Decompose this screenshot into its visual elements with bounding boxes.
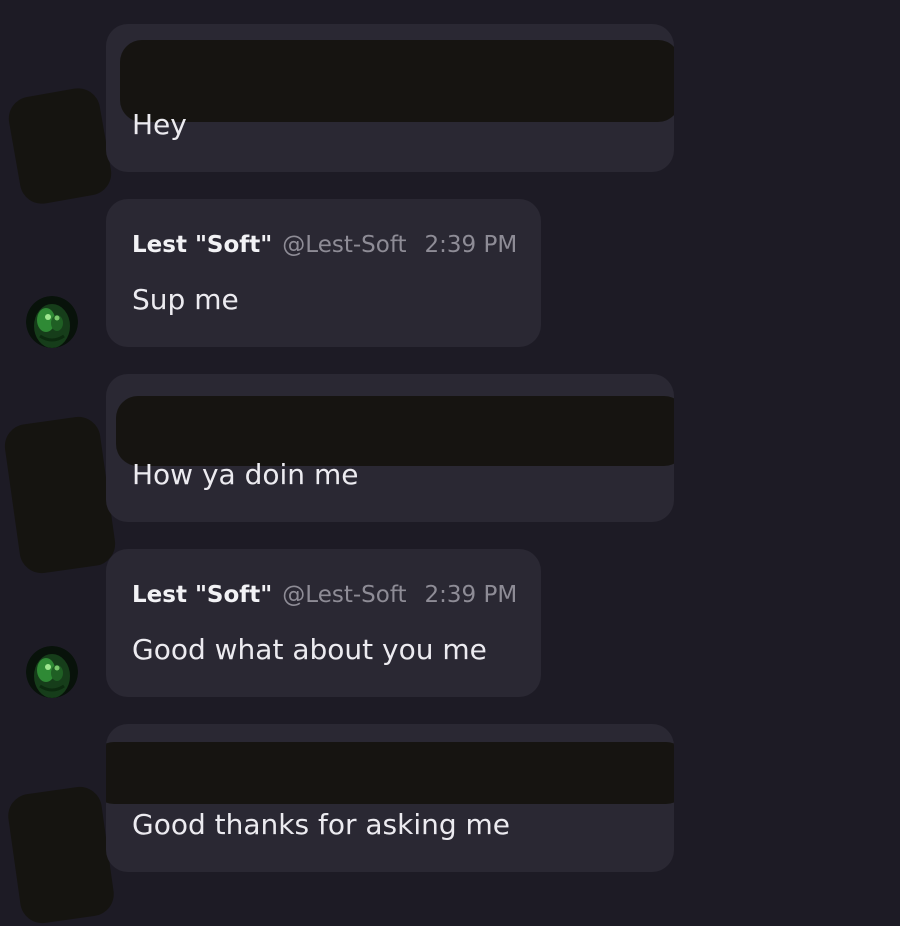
message-text: Sup me bbox=[132, 283, 239, 316]
author-name[interactable]: Lest "Soft" bbox=[132, 582, 272, 608]
message-timestamp: 2:39 PM bbox=[424, 582, 518, 608]
lest-soft-avatar-icon bbox=[26, 296, 78, 348]
message-bubble[interactable]: How ya doin me bbox=[106, 374, 674, 522]
message-bubble[interactable]: Lest "Soft" @Lest-Soft 2:39 PM Sup me bbox=[106, 199, 541, 347]
message-header: Lest "Soft" @Lest-Soft 2:39 PM bbox=[132, 231, 517, 259]
message-timestamp: 2:39 PM bbox=[424, 232, 518, 258]
message-bubble[interactable]: Hey bbox=[106, 24, 674, 172]
avatar[interactable] bbox=[26, 296, 78, 348]
lest-soft-avatar-icon bbox=[26, 646, 78, 698]
author-handle: @Lest-Soft bbox=[282, 582, 407, 608]
message-header: Lest "Soft" @Lest-Soft 2:39 PM bbox=[132, 581, 517, 609]
message-text: Good what about you me bbox=[132, 633, 487, 666]
redacted-author-header bbox=[116, 396, 674, 466]
author-name[interactable]: Lest "Soft" bbox=[132, 232, 272, 258]
redacted-avatar bbox=[5, 84, 115, 208]
author-handle: @Lest-Soft bbox=[282, 232, 407, 258]
redacted-author-header bbox=[120, 40, 674, 122]
message-bubble[interactable]: Lest "Soft" @Lest-Soft 2:39 PM Good what a… bbox=[106, 549, 541, 697]
message-bubble[interactable]: Good thanks for asking me bbox=[106, 724, 674, 872]
redacted-avatar bbox=[5, 784, 117, 926]
message-text: Good thanks for asking me bbox=[132, 808, 511, 841]
redacted-avatar bbox=[2, 414, 118, 576]
redacted-author-header bbox=[106, 742, 674, 804]
avatar[interactable] bbox=[26, 646, 78, 698]
message-text: How ya doin me bbox=[132, 458, 359, 491]
message-text: Hey bbox=[132, 108, 187, 141]
chat-thread: Hey Lest "Soft" @Lest-Soft 2:39 PM Sup me … bbox=[0, 0, 900, 926]
